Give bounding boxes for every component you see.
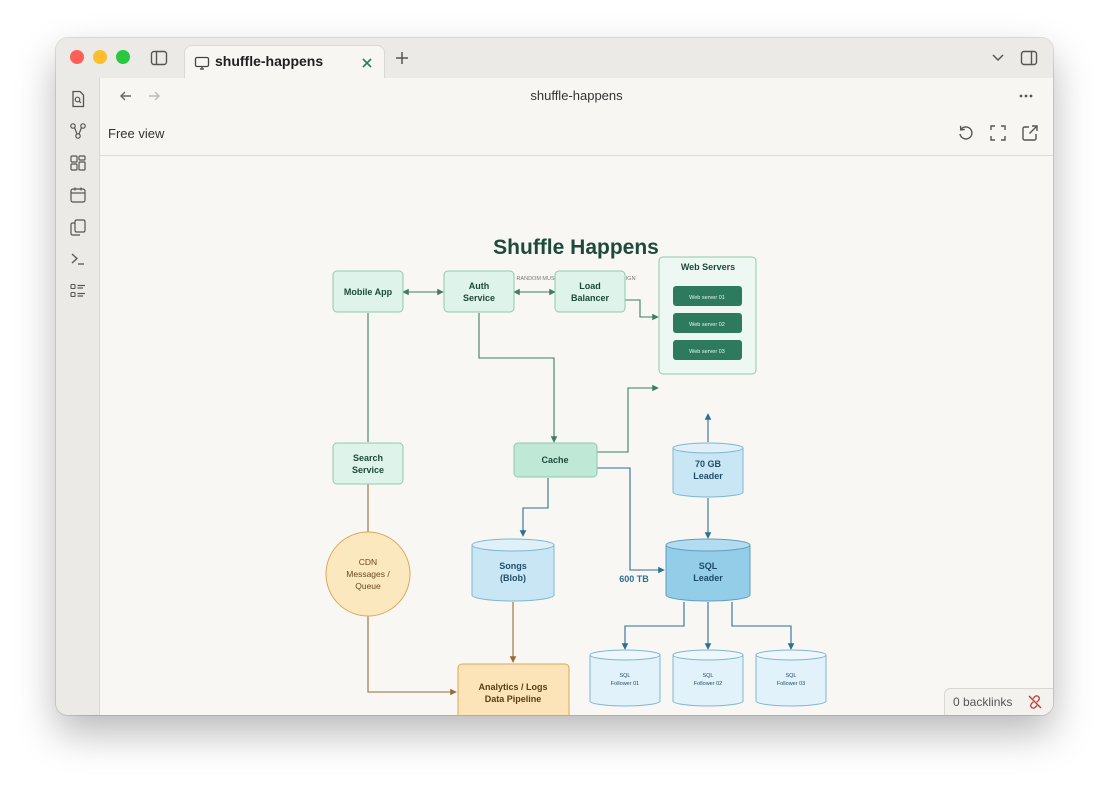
node-70gb-line1: 70 GB [695,459,722,469]
more-icon[interactable] [1018,89,1034,103]
web-server-03: Web server 03 [689,349,725,355]
node-cdn-line1: CDN [359,557,377,567]
follower-03-line1: SQL [785,673,796,679]
node-mobile-app-label: Mobile App [344,287,393,297]
node-search-line2: Service [352,465,384,475]
node-auth-line1: Auth [469,281,490,291]
node-sql-leader-line2: Leader [693,573,723,583]
follower-03-line2: Follower 03 [777,681,805,687]
canvas-view[interactable]: Shuffle Happens RANDOM MUSIC SERVICE / S… [100,156,1053,715]
node-sql-follower-02[interactable]: SQL Follower 02 [672,649,744,707]
app-window: shuffle-happens shuffle-happens Free vie… [56,38,1053,715]
sidebar-toggle-icon[interactable] [150,49,168,67]
backlinks-pane[interactable]: 0 backlinks [944,688,1053,715]
node-lb-line2: Balancer [571,293,610,303]
node-cdn-queue[interactable]: CDN Messages / Queue [325,531,411,617]
system-diagram: Shuffle Happens RANDOM MUSIC SERVICE / S… [325,236,827,715]
graph-icon[interactable] [69,122,87,140]
node-analytics-line1: Analytics / Logs [478,682,547,692]
note-title[interactable]: shuffle-happens [100,88,1053,103]
terminal-icon[interactable] [69,250,87,268]
right-sidebar-icon[interactable] [1020,49,1038,67]
left-ribbon [56,78,100,715]
node-songs-line2: (Blob) [500,573,526,583]
node-sql-follower-03[interactable]: SQL Follower 03 [755,649,827,707]
node-70gb-leader[interactable]: 70 GB Leader [672,442,744,498]
node-auth-line2: Service [463,293,495,303]
open-external-icon[interactable] [1021,124,1039,142]
node-web-servers[interactable]: Web Servers Web server 01 Web server 02 … [658,256,757,375]
follower-02-line2: Follower 02 [694,681,722,687]
file-search-icon[interactable] [69,90,87,108]
edge-label-600tb: 600 TB [619,574,649,584]
node-songs-blob[interactable]: Songs (Blob) [471,538,555,602]
node-cache[interactable]: Cache [513,442,598,478]
node-analytics-pipeline[interactable]: Analytics / Logs Data Pipeline [457,663,570,715]
node-sql-follower-01[interactable]: SQL Follower 01 [589,649,661,707]
follower-01-line2: Follower 01 [611,681,639,687]
follower-01-line1: SQL [619,673,630,679]
node-70gb-line2: Leader [693,471,723,481]
zoom-window-button[interactable] [116,50,130,64]
canvas-icon[interactable] [69,154,87,172]
close-icon[interactable] [361,57,373,69]
node-auth-service[interactable]: Auth Service [443,270,515,313]
edge-cache-sql [597,467,665,574]
unlinked-icon[interactable] [1027,694,1043,710]
node-sql-leader[interactable]: SQL Leader [665,538,751,602]
calendar-icon[interactable] [69,186,87,204]
node-lb-line1: Load [579,281,601,291]
web-servers-title: Web Servers [681,262,735,272]
reset-icon[interactable] [957,124,975,142]
follower-02-line1: SQL [702,673,713,679]
chevron-down-icon[interactable] [991,53,1005,63]
edge-sql-follower3 [731,602,795,650]
node-search-service[interactable]: Search Service [332,442,404,485]
node-cdn-line3: Queue [355,581,381,591]
view-mode-label: Free view [108,126,165,141]
web-server-01: Web server 01 [689,295,725,301]
tab-shuffle-happens[interactable]: shuffle-happens [184,45,385,80]
diagram-title: Shuffle Happens [493,236,659,259]
fullscreen-icon[interactable] [989,124,1007,142]
copy-icon[interactable] [69,218,87,236]
minimize-window-button[interactable] [93,50,107,64]
monitor-icon [194,56,210,70]
node-load-balancer[interactable]: Load Balancer [554,270,626,313]
node-mobile-app[interactable]: Mobile App [332,270,404,313]
edge-sql-follower1 [621,602,685,650]
edge-cdn-analytics [367,616,457,696]
plus-icon[interactable] [395,51,409,65]
node-songs-line1: Songs [499,561,527,571]
edge-cache-songs [519,478,549,537]
list-icon[interactable] [69,282,87,300]
node-cdn-line2: Messages / [346,569,390,579]
note-header: shuffle-happens Free view [100,78,1053,156]
title-bar: shuffle-happens [56,38,1053,80]
node-sql-leader-line1: SQL [699,561,718,571]
node-search-line1: Search [353,453,383,463]
edge-auth-cache [478,313,558,443]
close-window-button[interactable] [70,50,84,64]
tab-title: shuffle-happens [215,53,324,69]
backlinks-count: 0 backlinks [953,695,1013,709]
edge-lb-webservers [625,299,659,321]
node-analytics-line2: Data Pipeline [485,694,542,704]
edge-cache-webservers [597,384,659,453]
web-server-02: Web server 02 [689,322,725,328]
node-cache-label: Cache [541,455,568,465]
